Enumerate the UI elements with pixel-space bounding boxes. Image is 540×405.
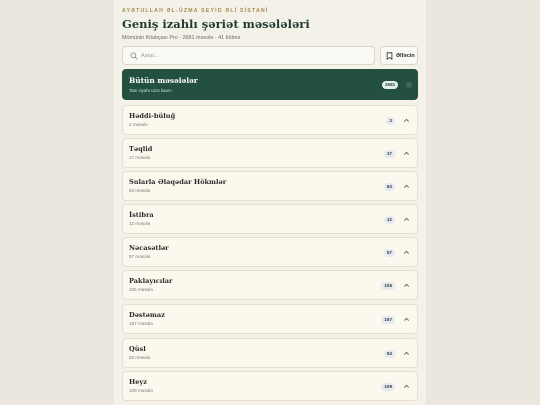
category-count-text: 53 məsələ [129,355,151,360]
chevron-up-icon[interactable] [403,316,410,323]
chevron-up-icon[interactable] [403,183,410,190]
category-card[interactable]: Qüsl 53 məsələ 53 [122,338,418,368]
count-badge: 63 [383,183,395,191]
page-header: AYƏTULLAH ƏL-ÜZMA SEYİD ƏLİ SİSTANİ Geni… [122,8,418,42]
chevron-up-icon[interactable] [403,350,410,357]
category-title: Sularla Əlaqədar Hökmlər [129,178,227,186]
count-badge: 109 [381,383,395,391]
count-badge: 17 [383,150,395,158]
category-title: Paklayıcılar [129,277,173,285]
count-badge: 157 [381,316,395,324]
chevron-up-icon[interactable] [403,150,410,157]
count-badge: 53 [383,350,395,358]
category-title: Dəstəmaz [129,311,165,319]
category-count-text: 12 məsələ [129,221,151,226]
author-supertitle: AYƏTULLAH ƏL-ÜZMA SEYİD ƏLİ SİSTANİ [122,8,269,14]
count-badge: 12 [383,216,395,224]
category-card[interactable]: Sularla Əlaqədar Hökmlər 63 məsələ 63 [122,171,418,201]
search-placeholder: Axtar... [141,52,159,59]
chevron-up-icon[interactable] [403,383,410,390]
chevron-up-icon[interactable] [403,216,410,223]
chevron-up-icon[interactable] [403,282,410,289]
count-badge: 2681 [382,81,399,89]
category-card[interactable]: Təqlid 17 məsələ 17 [122,138,418,168]
category-card[interactable]: Həddi-büluğ 2 məsələ 2 [122,105,418,135]
category-count-text: 105 məsələ [129,287,153,292]
bookmarks-button[interactable]: Əlfəcin [380,46,418,65]
status-dot [406,82,412,88]
category-title: Nəcasətlər [129,244,169,252]
page-subtitle: Mömünin Kitabçası Pro · 2681 məsələ · 41… [122,35,241,41]
search-row: Axtar... Əlfəcin [122,46,418,65]
all-issues-card[interactable]: Bütün məsələlər Tam siyahı üzrə baxın 26… [122,69,418,100]
category-title: Təqlid [129,145,153,153]
all-issues-title: Bütün məsələlər [129,76,198,85]
count-badge: 105 [381,282,395,290]
search-icon [130,52,138,60]
category-count-text: 57 məsələ [129,254,151,259]
main-panel: AYƏTULLAH ƏL-ÜZMA SEYİD ƏLİ SİSTANİ Geni… [114,0,426,405]
count-badge: 57 [383,249,395,257]
category-title: İstibra [129,211,154,219]
chevron-up-icon[interactable] [403,117,410,124]
category-count-text: 157 məsələ [129,321,153,326]
category-count-text: 109 məsələ [129,388,153,393]
chevron-up-icon[interactable] [403,249,410,256]
search-input[interactable]: Axtar... [122,46,375,65]
category-card[interactable]: Paklayıcılar 105 məsələ 105 [122,270,418,300]
category-card[interactable]: İstibra 12 məsələ 12 [122,204,418,234]
category-title: Qüsl [129,345,146,353]
category-card[interactable]: Dəstəmaz 157 məsələ 157 [122,304,418,334]
category-count-text: 2 məsələ [129,122,148,127]
category-count-text: 63 məsələ [129,188,151,193]
category-card[interactable]: Nəcasətlər 57 məsələ 57 [122,237,418,267]
category-title: Həddi-büluğ [129,112,176,120]
count-badge: 2 [386,117,395,125]
page-title: Geniş izahlı şəriət məsələləri [122,17,310,31]
category-card[interactable]: Heyz 109 məsələ 109 [122,371,418,401]
category-title: Heyz [129,378,148,386]
all-issues-subtitle: Tam siyahı üzrə baxın [129,88,172,93]
bookmarks-label: Əlfəcin [396,52,415,59]
bookmark-icon [386,52,393,60]
category-count-text: 17 məsələ [129,155,151,160]
